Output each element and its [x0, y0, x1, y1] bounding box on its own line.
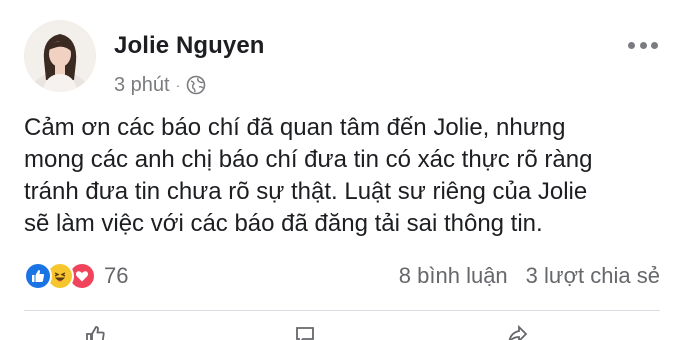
like-reaction-icon [24, 262, 52, 290]
more-dot [651, 41, 658, 49]
comments-count[interactable]: 8 bình luận [399, 263, 508, 289]
post-actions [24, 318, 660, 340]
more-options-icon[interactable] [628, 40, 658, 50]
author-avatar[interactable] [24, 20, 96, 92]
avatar-photo [24, 20, 96, 92]
like-button[interactable] [84, 324, 106, 340]
stats-divider [24, 310, 660, 311]
meta-separator: · [175, 77, 181, 93]
author-name[interactable]: Jolie Nguyen [114, 32, 265, 60]
post-body-line: mong các anh chị báo chí đưa tin có xác … [24, 146, 593, 173]
reactions-summary[interactable]: 76 [24, 262, 128, 290]
post-body-line: tránh đưa tin chưa rõ sự thật. Luật sư r… [24, 178, 588, 205]
share-button[interactable] [506, 324, 528, 340]
reaction-count: 76 [104, 263, 129, 288]
post-stats: 76 8 bình luận 3 lượt chia sẻ [24, 258, 660, 294]
post-meta: 3 phút · [114, 72, 206, 98]
more-dot [639, 41, 647, 49]
comment-button[interactable] [294, 326, 316, 340]
post-time[interactable]: 3 phút [114, 74, 170, 97]
shares-count[interactable]: 3 lượt chia sẻ [526, 263, 660, 289]
post-body-line: sẽ làm việc với các báo đã đăng tải sai … [24, 210, 543, 237]
post-body-line: Cảm ơn các báo chí đã quan tâm đến Jolie… [24, 114, 566, 141]
share-icon [506, 324, 528, 340]
like-icon [84, 324, 106, 340]
more-dot [628, 41, 635, 49]
comment-icon [294, 324, 316, 340]
globe-icon [186, 75, 206, 95]
post-body: Cảm ơn các báo chí đã quan tâm đến Jolie… [24, 112, 660, 240]
facebook-post: Jolie Nguyen 3 phút · Cảm ơn các báo chí… [0, 0, 680, 340]
post-header: Jolie Nguyen 3 phút · [24, 20, 660, 96]
